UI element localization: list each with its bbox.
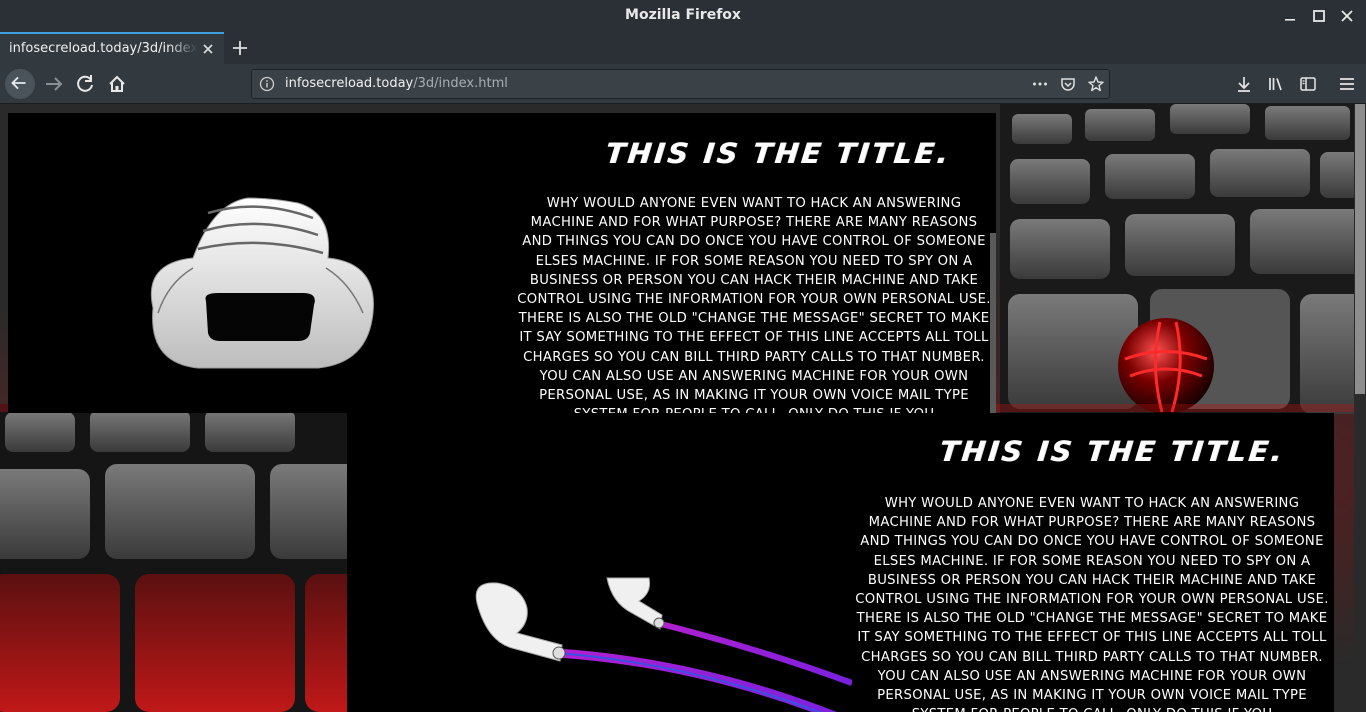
sidebar-icon[interactable] — [1298, 74, 1318, 94]
navigation-toolbar: infosecreload.today/3d/index.html — [0, 64, 1366, 104]
menu-hamburger-icon[interactable] — [1337, 74, 1357, 94]
bookmark-star-icon[interactable] — [1087, 75, 1105, 93]
url-bar[interactable]: infosecreload.today/3d/index.html — [251, 69, 1110, 99]
home-icon[interactable] — [103, 70, 131, 98]
panel-body-text: Why would anyone even want to hack an an… — [517, 196, 991, 413]
panel-title: This is the title. — [937, 435, 1287, 468]
url-host: infosecreload.today — [285, 76, 414, 91]
pocket-icon[interactable] — [1059, 75, 1077, 93]
site-info-icon[interactable] — [259, 76, 275, 92]
content-panel-2: This is the title. Why would anyone even… — [347, 413, 1334, 712]
reload-icon[interactable] — [71, 70, 99, 98]
library-icon[interactable] — [1266, 74, 1286, 94]
panel-title: This is the title. — [603, 137, 953, 170]
forward-arrow-icon[interactable] — [40, 70, 68, 98]
window-titlebar: Mozilla Firefox — [0, 0, 1366, 32]
window-title: Mozilla Firefox — [625, 7, 741, 23]
content-panel-1: This is the title. Why would anyone even… — [8, 113, 996, 413]
tab-active[interactable]: infosecreload.today/3d/index.html — [0, 32, 224, 64]
close-tab-icon[interactable] — [200, 41, 216, 57]
earbuds-3d-model-image — [475, 577, 852, 712]
panel-body-text: Why would anyone even want to hack an an… — [855, 496, 1329, 712]
downloads-icon[interactable] — [1234, 74, 1254, 94]
page-actions-icon[interactable] — [1031, 75, 1049, 93]
close-window-icon[interactable] — [1337, 6, 1357, 26]
new-tab-icon[interactable] — [230, 38, 250, 58]
white-3d-model-image — [150, 197, 374, 369]
tab-strip: infosecreload.today/3d/index.html — [0, 32, 1366, 64]
url-text[interactable]: infosecreload.today/3d/index.html — [285, 76, 508, 91]
maximize-icon[interactable] — [1309, 6, 1329, 26]
url-path: /3d/index.html — [413, 76, 508, 91]
panel-scrollbar[interactable] — [990, 233, 996, 413]
back-arrow-icon[interactable] — [5, 69, 35, 99]
minimize-icon[interactable] — [1280, 6, 1300, 26]
page-content[interactable]: This is the title. Why would anyone even… — [0, 104, 1366, 712]
tab-title: infosecreload.today/3d/index.html — [9, 41, 197, 56]
page-scrollbar-thumb[interactable] — [1355, 104, 1365, 394]
